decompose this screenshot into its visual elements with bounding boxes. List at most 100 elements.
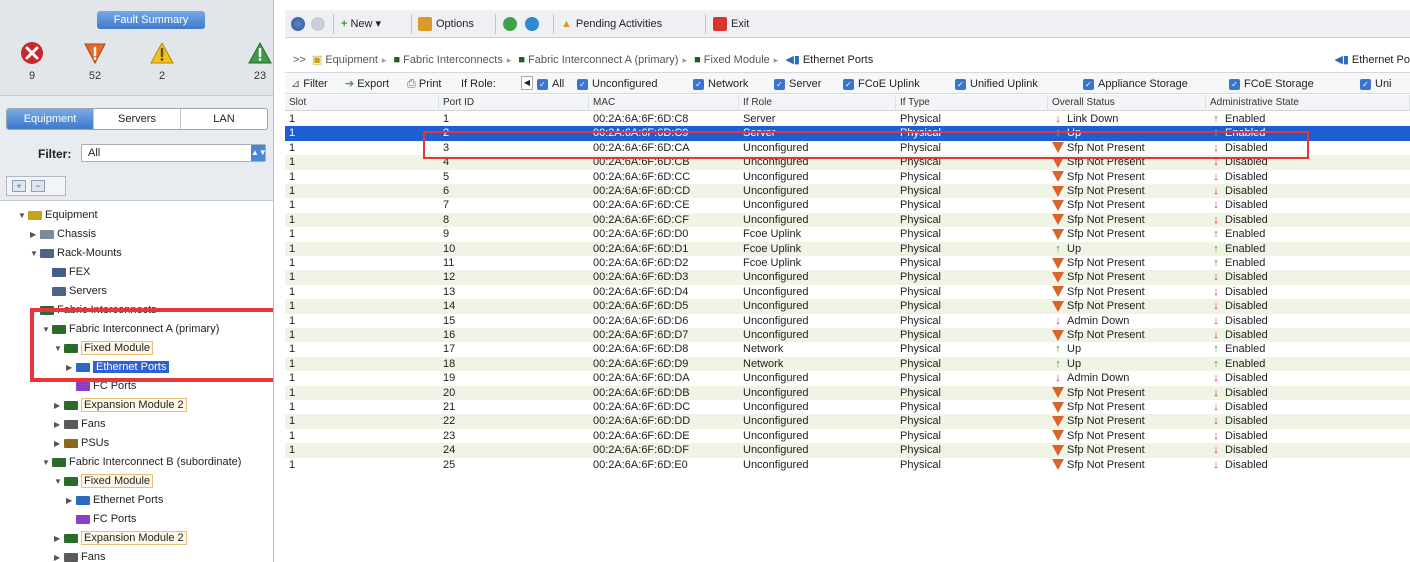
collapse-all-icon[interactable]: −	[31, 180, 45, 192]
cell-admin-state: ↓ Disabled	[1206, 270, 1410, 285]
column-header-if-role[interactable]: If Role	[739, 95, 896, 111]
collapsed-arrow-icon[interactable]: ▶	[30, 227, 40, 243]
options-button[interactable]: Options	[418, 14, 474, 34]
tab-lan[interactable]: LAN	[181, 109, 267, 129]
table-row[interactable]: 1 19 00:2A:6A:6F:6D:DA Unconfigured Physical…	[285, 371, 1410, 387]
column-header-overall-status[interactable]: Overall Status	[1048, 95, 1206, 111]
fault-minor[interactable]: 2	[142, 40, 182, 82]
tree-node[interactable]: ▶ Chassis	[30, 226, 96, 242]
pending-activities-button[interactable]: ▲ Pending Activities	[561, 14, 662, 34]
table-row[interactable]: 1 12 00:2A:6A:6F:6D:D3 Unconfigured Physical…	[285, 270, 1410, 286]
collapsed-arrow-icon[interactable]: ▶	[54, 436, 64, 452]
table-row[interactable]: 1 16 00:2A:6A:6F:6D:D7 Unconfigured Physical…	[285, 328, 1410, 343]
tree-node[interactable]: ▼ Rack-Mounts	[30, 245, 122, 261]
role-check-all[interactable]: ✓ All	[537, 73, 564, 95]
column-header-if-type[interactable]: If Type	[896, 95, 1048, 111]
table-row[interactable]: 1 10 00:2A:6A:6F:6D:D1 Fcoe Uplink Physical ↑…	[285, 241, 1410, 257]
status-down-arrow-icon: ↓	[1213, 314, 1219, 327]
tree-node[interactable]: ▶ PSUs	[54, 435, 109, 451]
info-button[interactable]	[525, 14, 543, 34]
filter-button[interactable]: ⊿ Filter	[291, 73, 328, 95]
breadcrumb-item-equipment[interactable]: Equipment	[325, 54, 378, 66]
cell-port-id-text: 16	[443, 329, 456, 341]
export-button[interactable]: ➔ Export	[345, 73, 389, 95]
breadcrumb-item-fixed-module[interactable]: Fixed Module	[704, 54, 770, 66]
role-check-uni[interactable]: ✓ Uni	[1360, 73, 1392, 95]
forward-button[interactable]	[311, 14, 329, 34]
column-header-mac[interactable]: MAC	[589, 95, 739, 111]
table-row[interactable]: 1 11 00:2A:6A:6F:6D:D2 Fcoe Uplink Physical S…	[285, 256, 1410, 271]
help-button[interactable]	[503, 14, 521, 34]
exit-button[interactable]: Exit	[713, 14, 749, 34]
collapsed-arrow-icon[interactable]: ▶	[54, 531, 64, 547]
tree-node[interactable]: ▶ Expansion Module 2	[54, 397, 187, 413]
role-scroll-left-icon[interactable]: ◀	[521, 76, 533, 90]
table-row[interactable]: 1 5 00:2A:6A:6F:6D:CC Unconfigured Physical S…	[285, 169, 1410, 185]
table-row[interactable]: 1 6 00:2A:6A:6F:6D:CD Unconfigured Physical S…	[285, 184, 1410, 199]
sfp-warning-icon	[1052, 329, 1064, 341]
table-row[interactable]: 1 23 00:2A:6A:6F:6D:DE Unconfigured Physical…	[285, 428, 1410, 444]
tab-servers[interactable]: Servers	[94, 109, 181, 129]
table-row[interactable]: 1 20 00:2A:6A:6F:6D:DB Unconfigured Physical…	[285, 385, 1410, 401]
fault-major[interactable]: 52	[75, 40, 115, 82]
collapsed-arrow-icon[interactable]: ▶	[66, 493, 76, 509]
table-row[interactable]: 1 7 00:2A:6A:6F:6D:CE Unconfigured Physical S…	[285, 198, 1410, 214]
table-row[interactable]: 1 9 00:2A:6A:6F:6D:D0 Fcoe Uplink Physical Sf…	[285, 227, 1410, 243]
table-row[interactable]: 1 1 00:2A:6A:6F:6D:C8 Server Physical ↓ Link D…	[285, 112, 1410, 127]
breadcrumb-item-fabric-a[interactable]: Fabric Interconnect A (primary)	[528, 54, 678, 66]
cell-slot: 1	[285, 400, 439, 415]
table-row[interactable]: 1 15 00:2A:6A:6F:6D:D6 Unconfigured Physical…	[285, 313, 1410, 329]
collapsed-arrow-icon[interactable]: ▶	[54, 550, 64, 562]
column-header-port-id[interactable]: Port ID	[439, 95, 589, 111]
back-button[interactable]	[291, 14, 309, 34]
table-row[interactable]: 1 24 00:2A:6A:6F:6D:DF Unconfigured Physical…	[285, 443, 1410, 459]
breadcrumb-item-fabric-interconnects[interactable]: Fabric Interconnects	[403, 54, 503, 66]
fault-critical-count: 9	[28, 70, 36, 82]
fault-warning[interactable]: 23	[240, 40, 273, 82]
role-check-network[interactable]: ✓ Network	[693, 73, 748, 95]
cell-slot-text: 1	[289, 213, 296, 226]
tree-node[interactable]: ▶ Ethernet Ports	[66, 492, 163, 508]
tree-node[interactable]: ▼ Fixed Module	[54, 473, 154, 490]
tree-node[interactable]: ▼ Equipment	[18, 207, 98, 223]
tree-node[interactable]: ▶ Fans	[54, 549, 105, 562]
role-check-appliance-storage[interactable]: ✓ Appliance Storage	[1083, 73, 1188, 95]
expanded-arrow-icon[interactable]: ▼	[18, 208, 28, 224]
role-check-unified-uplink[interactable]: ✓ Unified Uplink	[955, 73, 1038, 95]
breadcrumb-separator-icon: ▸	[506, 55, 512, 65]
role-check-server[interactable]: ✓ Server	[774, 73, 821, 95]
column-header-admin-state[interactable]: Administrative State	[1206, 95, 1410, 111]
role-check-fcoe-uplink[interactable]: ✓ FCoE Uplink	[843, 73, 920, 95]
tree-node[interactable]: Servers	[42, 283, 107, 299]
table-row[interactable]: 1 18 00:2A:6A:6F:6D:D9 Network Physical ↑ Up ↑ E…	[285, 356, 1410, 372]
nav-filter-select[interactable]: All ▲▼	[81, 144, 267, 162]
table-row[interactable]: 1 13 00:2A:6A:6F:6D:D4 Unconfigured Physical…	[285, 284, 1410, 300]
tree-node[interactable]: FC Ports	[66, 511, 136, 527]
expand-all-icon[interactable]: +	[12, 180, 26, 192]
table-row[interactable]: 1 25 00:2A:6A:6F:6D:E0 Unconfigured Physical…	[285, 457, 1410, 473]
table-row[interactable]: 1 8 00:2A:6A:6F:6D:CF Unconfigured Physical S…	[285, 212, 1410, 228]
collapsed-arrow-icon[interactable]: ▶	[54, 398, 64, 414]
tree-node[interactable]: ▼ Fabric Interconnect B (subordinate)	[42, 454, 241, 470]
tree-node[interactable]: ▶ Fans	[54, 416, 105, 432]
table-row[interactable]: 1 22 00:2A:6A:6F:6D:DD Unconfigured Physical…	[285, 414, 1410, 430]
fault-critical[interactable]: 9	[12, 40, 52, 82]
role-check-fcoe-storage[interactable]: ✓ FCoE Storage	[1229, 73, 1314, 95]
table-row[interactable]: 1 14 00:2A:6A:6F:6D:D5 Unconfigured Physical…	[285, 299, 1410, 315]
table-row[interactable]: 1 17 00:2A:6A:6F:6D:D8 Network Physical ↑ Up ↑ E…	[285, 342, 1410, 358]
print-button[interactable]: ⎙ Print	[407, 73, 442, 95]
fault-summary-title[interactable]: Fault Summary	[97, 11, 205, 29]
expanded-arrow-icon[interactable]: ▼	[54, 474, 64, 490]
role-check-unconfigured[interactable]: ✓ Unconfigured	[577, 73, 657, 95]
cell-admin-state-text: Disabled	[1225, 458, 1268, 471]
export-label: Export	[357, 78, 390, 90]
column-header-slot[interactable]: Slot	[285, 95, 439, 111]
expanded-arrow-icon[interactable]: ▼	[30, 246, 40, 262]
tab-equipment[interactable]: Equipment	[7, 109, 94, 129]
tree-node[interactable]: ▶ Expansion Module 2	[54, 530, 187, 546]
expanded-arrow-icon[interactable]: ▼	[42, 455, 52, 471]
table-row[interactable]: 1 21 00:2A:6A:6F:6D:DC Unconfigured Physical…	[285, 400, 1410, 415]
new-button[interactable]: + New ▾	[341, 14, 381, 34]
collapsed-arrow-icon[interactable]: ▶	[54, 417, 64, 433]
tree-node[interactable]: FEX	[42, 264, 90, 280]
